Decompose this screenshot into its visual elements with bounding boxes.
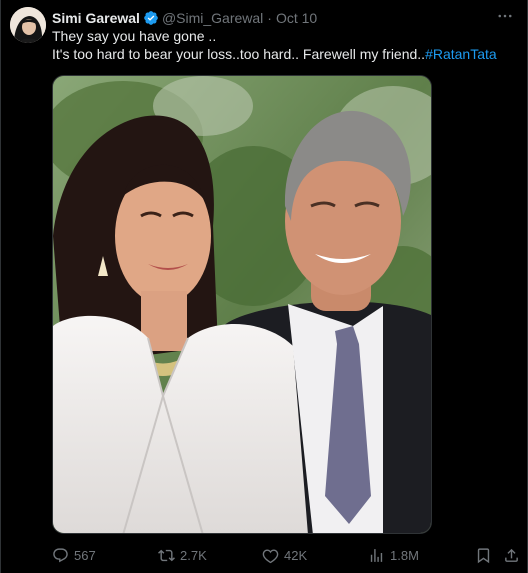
photo-image <box>53 76 431 533</box>
tweet-text-line-2-body: It's too hard to bear your loss..too har… <box>52 46 426 62</box>
tweet-header: Simi Garewal @Simi_Garewal · Oct 10 <box>52 8 487 28</box>
views-count: 1.8M <box>390 547 419 563</box>
share-button[interactable] <box>503 547 520 564</box>
like-count: 42K <box>284 547 308 563</box>
separator-dot: · <box>267 10 272 26</box>
views-icon <box>370 548 383 562</box>
share-icon <box>505 548 518 562</box>
views-button[interactable]: 1.8M <box>368 547 419 564</box>
tweet-text-line-1: They say you have gone .. <box>52 28 217 44</box>
tweet-card[interactable]: Simi Garewal @Simi_Garewal · Oct 10 They… <box>0 0 528 573</box>
verified-badge-icon <box>143 10 159 26</box>
reply-button[interactable]: 567 <box>52 547 96 564</box>
tweet-actions: 567 2.7K 42K 1.8M <box>52 545 520 565</box>
repost-icon <box>158 549 175 561</box>
display-name[interactable]: Simi Garewal <box>52 10 140 26</box>
like-button[interactable]: 42K <box>262 547 307 564</box>
bookmark-icon <box>477 547 490 563</box>
tweet-text: They say you have gone .. It's too hard … <box>52 27 513 63</box>
bookmark-button[interactable] <box>475 547 492 564</box>
tweet-date[interactable]: Oct 10 <box>276 10 317 26</box>
tweet-text-line-2: It's too hard to bear your loss..too har… <box>52 45 513 63</box>
handle[interactable]: @Simi_Garewal <box>162 10 263 26</box>
reply-icon <box>53 547 68 562</box>
avatar-image <box>10 7 46 43</box>
repost-count: 2.7K <box>180 547 207 563</box>
more-icon[interactable] <box>495 8 515 24</box>
heart-icon <box>262 548 279 563</box>
repost-button[interactable]: 2.7K <box>158 547 207 564</box>
avatar[interactable] <box>10 7 46 43</box>
hashtag-link[interactable]: #RatanTata <box>425 46 497 62</box>
tweet-photo[interactable] <box>52 75 432 534</box>
reply-count: 567 <box>74 547 96 563</box>
